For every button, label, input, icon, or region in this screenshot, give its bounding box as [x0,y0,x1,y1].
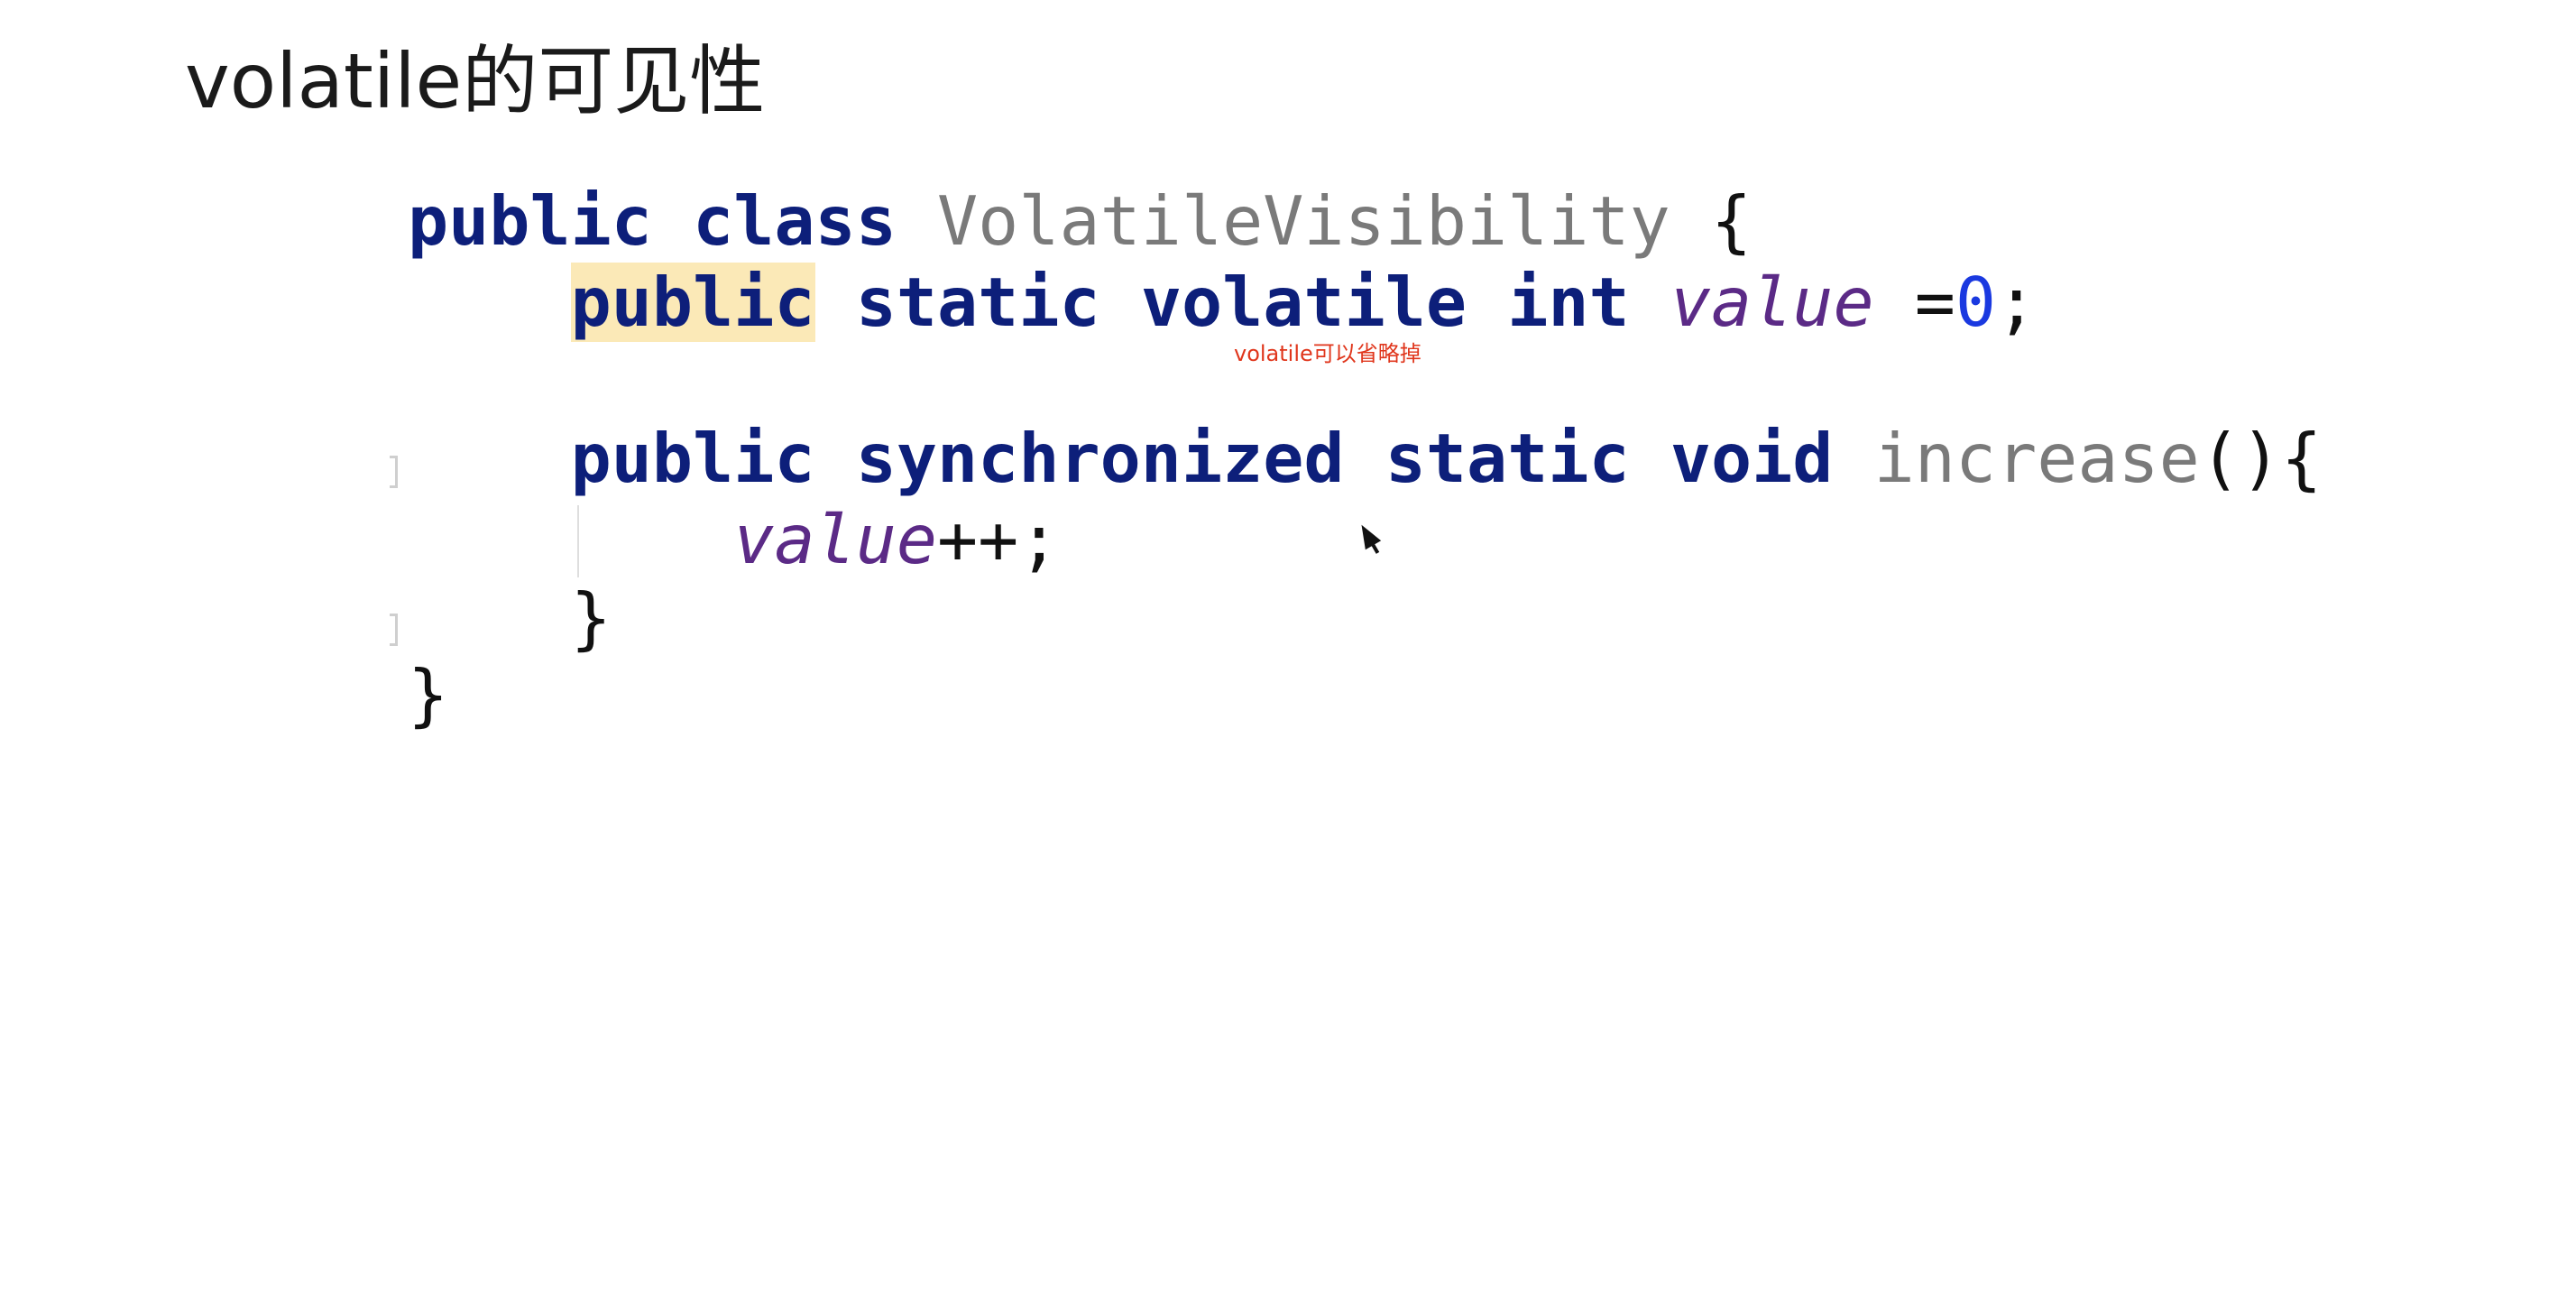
code-line-method-close: } [408,577,612,659]
code-line-class-close: } [408,654,448,735]
keyword-public: public [408,181,652,261]
keyword-synchronized: synchronized [855,419,1345,498]
field-value: value [1670,263,1874,342]
class-name: VolatileVisibility [937,181,1670,261]
method-name: increase [1873,419,2200,498]
keyword-void: void [1670,419,1834,498]
semicolon: ; [1996,263,2038,342]
keyword-public-highlighted: public [570,263,815,342]
keyword-static: static [1385,419,1630,498]
keyword-public: public [570,419,815,498]
indent-guide [577,505,579,577]
annotation-note: volatile可以省略掉 [1234,341,1421,366]
keyword-static: static [855,263,1100,342]
code-line-class-declaration: public class VolatileVisibility { [408,180,1752,262]
fold-marker-icon[interactable] [390,614,398,646]
brace-open: { [1710,181,1753,261]
slide-title: volatile的可见性 [185,37,766,125]
increment-operator: ++; [937,500,1060,579]
keyword-class: class [693,181,897,261]
keyword-int: int [1507,263,1630,342]
code-block: public class VolatileVisibility { public… [408,180,2322,1292]
field-value: value [733,500,938,579]
number-literal: 0 [1955,263,1997,342]
brace-close: } [570,578,612,658]
assign-operator: = [1914,263,1955,342]
code-line-field-declaration: public static volatile int value =0; [408,262,2037,343]
brace-close: } [408,655,449,734]
code-line-increment: value++; [408,499,1059,580]
code-line-method-declaration: public synchronized static void increase… [408,418,2323,499]
fold-marker-icon[interactable] [390,456,398,488]
parens-brace: (){ [2199,419,2323,498]
keyword-volatile: volatile [1140,263,1467,342]
mouse-pointer-icon [1353,520,1382,550]
